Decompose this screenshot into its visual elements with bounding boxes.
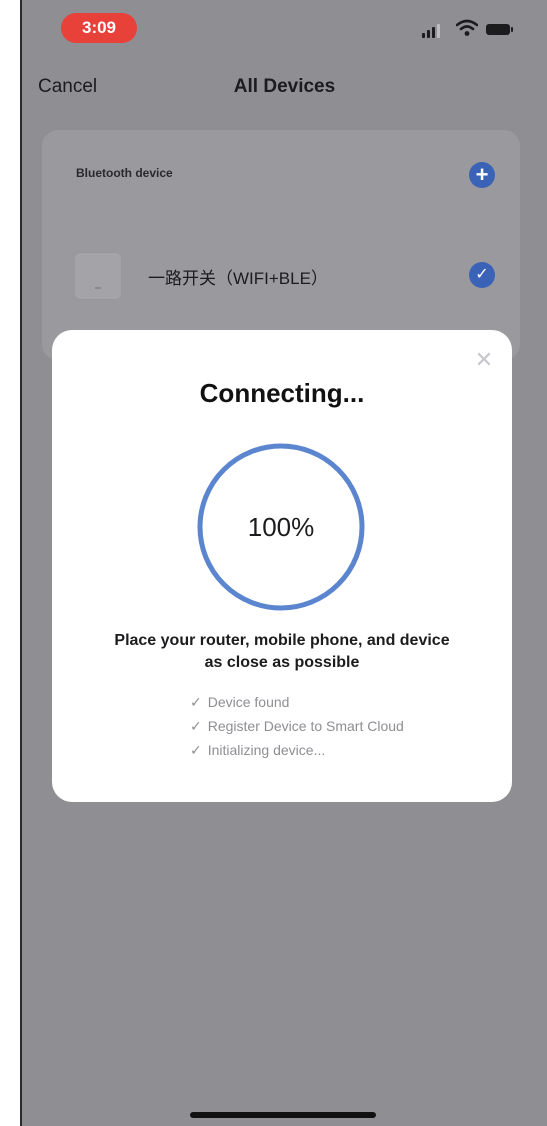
progress-percent: 100%	[247, 512, 315, 542]
step-item: ✓ Register Device to Smart Cloud	[190, 714, 490, 738]
cancel-button[interactable]: Cancel	[38, 76, 97, 98]
step-label: Device found	[207, 694, 290, 710]
signal-icon	[422, 33, 425, 38]
checkmark-circle-icon[interactable]: ✓	[469, 262, 495, 288]
step-label: Initializing device...	[207, 742, 326, 758]
device-name: 一路开关（WIFI+BLE）	[148, 269, 328, 288]
status-icons	[422, 19, 522, 38]
signal-icon-bar	[427, 30, 430, 38]
dialog-title: Connecting...	[199, 378, 365, 408]
home-indicator[interactable]	[190, 1112, 376, 1118]
step-item: ✓ Device found	[190, 690, 490, 714]
status-time: 3:09	[61, 13, 137, 43]
progress-steps: ✓ Device found ✓ Register Device to Smart …	[190, 690, 490, 762]
phone-screen: 3:09 All Devices Cancel Bluetooth device…	[22, 0, 547, 1126]
step-item: ✓ Initializing device...	[190, 738, 490, 762]
signal-icon-bar	[432, 27, 435, 38]
battery-icon	[486, 24, 513, 35]
hint-line-1: Place your router, mobile phone, and dev…	[114, 632, 450, 649]
check-icon: ✓	[190, 742, 202, 758]
step-label: Register Device to Smart Cloud	[207, 718, 404, 734]
plus-circle-icon[interactable]: +	[469, 162, 495, 188]
page-title: All Devices	[233, 76, 336, 97]
hint-line-2: as close as possible	[204, 654, 360, 671]
device-card: Bluetooth device + 一路开关（WIFI+BLE） ✓	[42, 130, 520, 360]
connecting-dialog: ✕ Connecting... 100% Place your router, …	[52, 330, 512, 802]
signal-icon-bar	[437, 24, 440, 38]
check-icon: ✓	[190, 718, 202, 734]
placement-hint: Place your router, mobile phone, and dev…	[72, 630, 492, 674]
section-label: Bluetooth device	[76, 166, 173, 180]
wifi-icon	[456, 19, 478, 36]
device-thumbnail	[74, 252, 122, 300]
check-icon: ✓	[190, 694, 202, 710]
close-icon[interactable]: ✕	[472, 348, 496, 372]
